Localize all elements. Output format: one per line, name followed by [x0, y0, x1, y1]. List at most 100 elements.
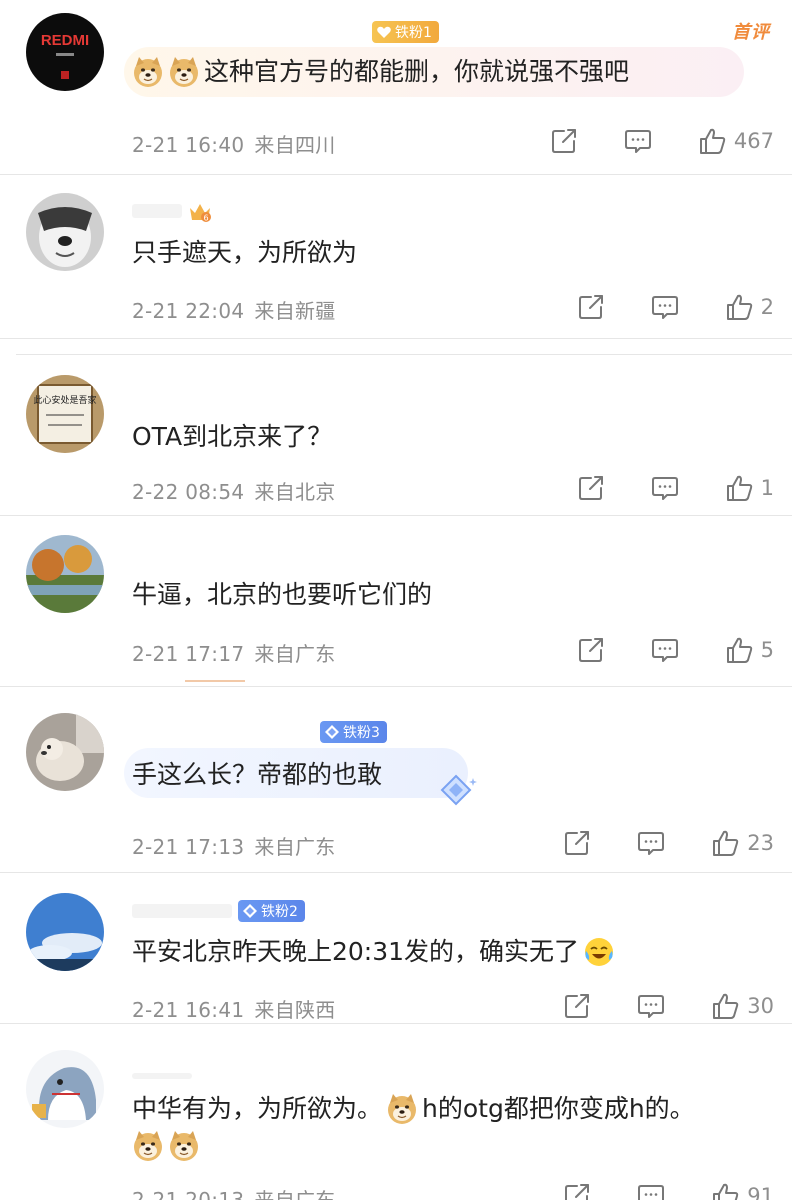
- like-button[interactable]: 1: [725, 474, 774, 502]
- comment-meta: 2-21 20:13 来自广东: [132, 1184, 336, 1200]
- share-icon: [577, 293, 605, 321]
- avatar[interactable]: 此心安处是吾家: [26, 375, 104, 453]
- like-count: 2: [760, 295, 774, 319]
- comment-item: 铁粉2 平安北京昨天晚上20:31发的，确实无了 2-21 16:41 来自陕西 …: [0, 873, 792, 1023]
- comment-text: 平安北京昨天晚上20:31发的，确实无了: [132, 935, 619, 969]
- avatar[interactable]: [26, 535, 104, 613]
- reply-button[interactable]: [651, 293, 679, 321]
- doge-emoji: [132, 56, 164, 88]
- heart-icon: [376, 24, 392, 40]
- comment-meta: 2-21 17:13 来自广东: [132, 831, 336, 860]
- comment-meta: 2-22 08:54 来自北京: [132, 476, 336, 505]
- avatar[interactable]: [26, 193, 104, 271]
- reply-button[interactable]: [637, 1182, 665, 1200]
- laugh-cry-emoji: [583, 936, 615, 968]
- like-button[interactable]: 467: [698, 127, 774, 155]
- fan-badge[interactable]: 铁粉1: [372, 21, 439, 43]
- thumbs-up-icon: [711, 992, 739, 1020]
- comment-text-body: 这种官方号的都能删，你就说强不强吧: [204, 57, 630, 86]
- comment-text-body: 手这么长？帝都的也敢: [132, 760, 383, 789]
- comment-time: 2-21 16:40: [132, 133, 245, 157]
- fan-badge-label: 铁粉2: [261, 904, 298, 920]
- svg-text:REDMI: REDMI: [41, 32, 89, 49]
- doge-emoji: [132, 1130, 164, 1162]
- share-icon: [563, 829, 591, 857]
- like-button[interactable]: 23: [711, 829, 774, 857]
- user-name-row: 铁粉2: [132, 899, 305, 923]
- comment-location: 来自四川: [254, 133, 336, 157]
- share-button[interactable]: [563, 829, 591, 857]
- like-count: 91: [747, 1184, 774, 1200]
- doge-emoji: [386, 1093, 418, 1125]
- like-button[interactable]: 91: [711, 1182, 774, 1200]
- share-icon: [563, 992, 591, 1020]
- avatar[interactable]: [26, 1050, 104, 1128]
- comment-location: 来自北京: [254, 480, 336, 504]
- username-redacted[interactable]: [132, 904, 232, 918]
- fan-badge-label: 铁粉3: [343, 725, 380, 741]
- like-count: 23: [747, 831, 774, 855]
- diamond-icon: [324, 724, 340, 740]
- comment-time: 2-22 08:54: [132, 480, 245, 504]
- avatar[interactable]: [26, 893, 104, 971]
- like-button[interactable]: 2: [725, 293, 774, 321]
- comment-meta: 2-21 16:41 来自陕西: [132, 994, 336, 1023]
- comment-actions: 5: [577, 636, 774, 664]
- reply-button[interactable]: [651, 474, 679, 502]
- svg-text:6: 6: [203, 214, 208, 223]
- sparkle-icon: [440, 774, 477, 806]
- divider: [0, 338, 792, 339]
- share-button[interactable]: [577, 636, 605, 664]
- comment-actions: 23: [563, 829, 774, 857]
- crown-icon: 6: [190, 204, 211, 223]
- like-count: 5: [760, 638, 774, 662]
- comment-text-part2: h的otg都把你变成h的。: [422, 1094, 695, 1123]
- share-icon: [563, 1182, 591, 1200]
- comment-text-body: 只手遮天，为所欲为: [132, 238, 358, 267]
- comment-time: 2-21 20:13: [132, 1188, 245, 1200]
- comment-text-part1: 中华有为，为所欲为。: [132, 1094, 383, 1123]
- like-button[interactable]: 30: [711, 992, 774, 1020]
- comment-meta: 2-21 17:17 来自广东: [132, 638, 336, 667]
- comment-text: 牛逼，北京的也要听它们的: [132, 578, 432, 612]
- comment-location: 来自广东: [254, 1188, 336, 1200]
- user-badges: 铁粉1: [372, 20, 439, 44]
- comment-meta: 2-21 22:04 来自新疆: [132, 295, 336, 324]
- avatar[interactable]: [26, 713, 104, 791]
- thumbs-up-icon: [725, 636, 753, 664]
- share-button[interactable]: [577, 474, 605, 502]
- reply-button[interactable]: [637, 829, 665, 857]
- thumbs-up-icon: [711, 829, 739, 857]
- like-count: 30: [747, 994, 774, 1018]
- comment-time: 2-21 16:41: [132, 998, 245, 1022]
- divider: [0, 686, 792, 687]
- comment-time: 2-21 22:04: [132, 299, 245, 323]
- username-redacted[interactable]: [132, 1073, 192, 1079]
- comment-meta: 2-21 16:40 来自四川: [132, 129, 336, 158]
- comment-actions: 2: [577, 293, 774, 321]
- reply-button[interactable]: [637, 992, 665, 1020]
- share-button[interactable]: [577, 293, 605, 321]
- comment-actions: 30: [563, 992, 774, 1020]
- first-comment-tag: 首评: [732, 22, 770, 43]
- share-button[interactable]: [550, 127, 578, 155]
- comment-text: 中华有为，为所欲为。 h的otg都把你变成h的。: [132, 1092, 695, 1126]
- comment-item: 中华有为，为所欲为。 h的otg都把你变成h的。 2-21 20:13 来自广东 …: [0, 1024, 792, 1200]
- like-count: 467: [733, 129, 774, 153]
- comment-time: 2-21 17:17: [132, 642, 245, 666]
- username-redacted[interactable]: [132, 204, 182, 218]
- like-button[interactable]: 5: [725, 636, 774, 664]
- share-button[interactable]: [563, 1182, 591, 1200]
- fan-badge[interactable]: 铁粉2: [238, 900, 305, 922]
- share-button[interactable]: [563, 992, 591, 1020]
- comment-actions: 91: [563, 1182, 774, 1200]
- comment-icon: [637, 1182, 665, 1200]
- user-name-row: 6: [132, 199, 212, 223]
- fan-badge[interactable]: 铁粉3: [320, 721, 387, 743]
- avatar[interactable]: REDMI: [26, 13, 104, 91]
- comment-text-body: OTA到北京来了？: [132, 422, 333, 451]
- reply-button[interactable]: [651, 636, 679, 664]
- comment-actions: 467: [550, 127, 774, 155]
- comment-item: REDMI 铁粉1 首评 这种官方号的都能删，你就说强不强吧 2-21 16:4…: [0, 0, 792, 174]
- reply-button[interactable]: [624, 127, 652, 155]
